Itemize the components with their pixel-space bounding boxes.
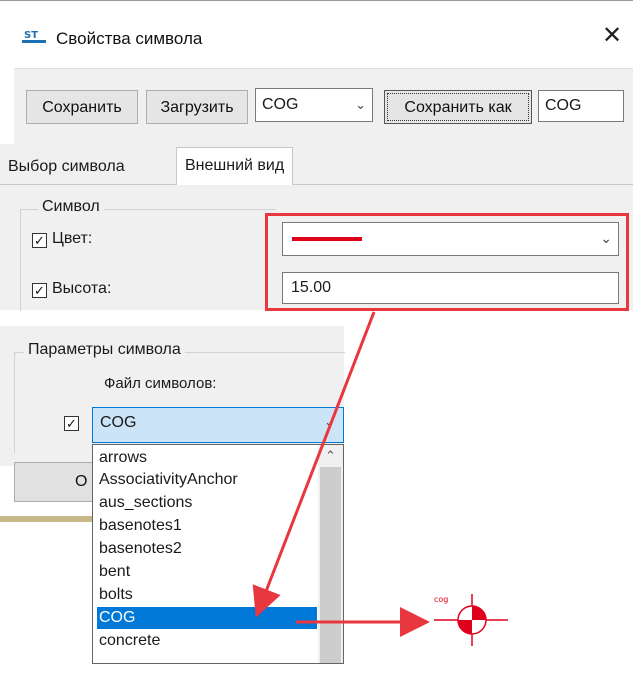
symbol-file-label: Файл символов:	[104, 375, 217, 392]
close-icon[interactable]: ✕	[598, 22, 626, 50]
list-item[interactable]: bent	[97, 561, 317, 583]
cog-symbol-icon: cog	[434, 594, 508, 646]
svg-text:ST: ST	[24, 30, 38, 41]
height-label: Высота:	[52, 280, 112, 297]
list-item-selected[interactable]: COG	[97, 607, 317, 629]
save-as-name-input[interactable]: COG	[538, 90, 624, 122]
partial-button[interactable]: O	[14, 462, 98, 502]
list-item[interactable]: basenotes1	[97, 515, 317, 537]
list-item[interactable]: AssociativityAnchor	[97, 469, 317, 491]
tab-symbol-selection[interactable]: Выбор символа	[0, 150, 133, 184]
load-button[interactable]: Загрузить	[146, 90, 248, 124]
color-checkbox[interactable]: ✓	[32, 233, 47, 248]
chevron-down-icon: ⌄	[324, 414, 335, 429]
tab-appearance[interactable]: Внешний вид	[176, 147, 294, 185]
symbol-file-value: COG	[100, 414, 137, 431]
symbol-file-checkbox[interactable]: ✓	[64, 416, 79, 431]
scrollbar-thumb[interactable]	[320, 467, 341, 663]
save-button[interactable]: Сохранить	[26, 90, 138, 124]
params-group-title: Параметры символа	[24, 341, 185, 359]
cropped-area	[0, 522, 96, 662]
symbol-group-title: Символ	[38, 198, 104, 216]
color-label: Цвет:	[52, 230, 93, 247]
list-item[interactable]: basenotes2	[97, 538, 317, 560]
list-item[interactable]: aus_sections	[97, 492, 317, 514]
preset-select[interactable]: COG ⌄	[255, 88, 373, 122]
app-icon: ST	[22, 30, 46, 43]
cog-symbol-label: cog	[434, 595, 448, 604]
height-checkbox[interactable]: ✓	[32, 283, 47, 298]
window-title: Свойства символа	[56, 29, 203, 48]
list-item[interactable]: concrete	[97, 630, 317, 652]
list-item[interactable]: arrows	[97, 447, 317, 469]
chevron-up-icon[interactable]: ⌃	[318, 445, 343, 467]
preset-select-value: COG	[262, 96, 299, 113]
symbol-file-dropdown-list: arrows AssociativityAnchor aus_sections …	[92, 444, 344, 664]
highlight-box	[265, 213, 629, 311]
save-as-button[interactable]: Сохранить как	[384, 90, 532, 124]
chevron-down-icon: ⌄	[355, 97, 366, 112]
list-item[interactable]: bolts	[97, 584, 317, 606]
